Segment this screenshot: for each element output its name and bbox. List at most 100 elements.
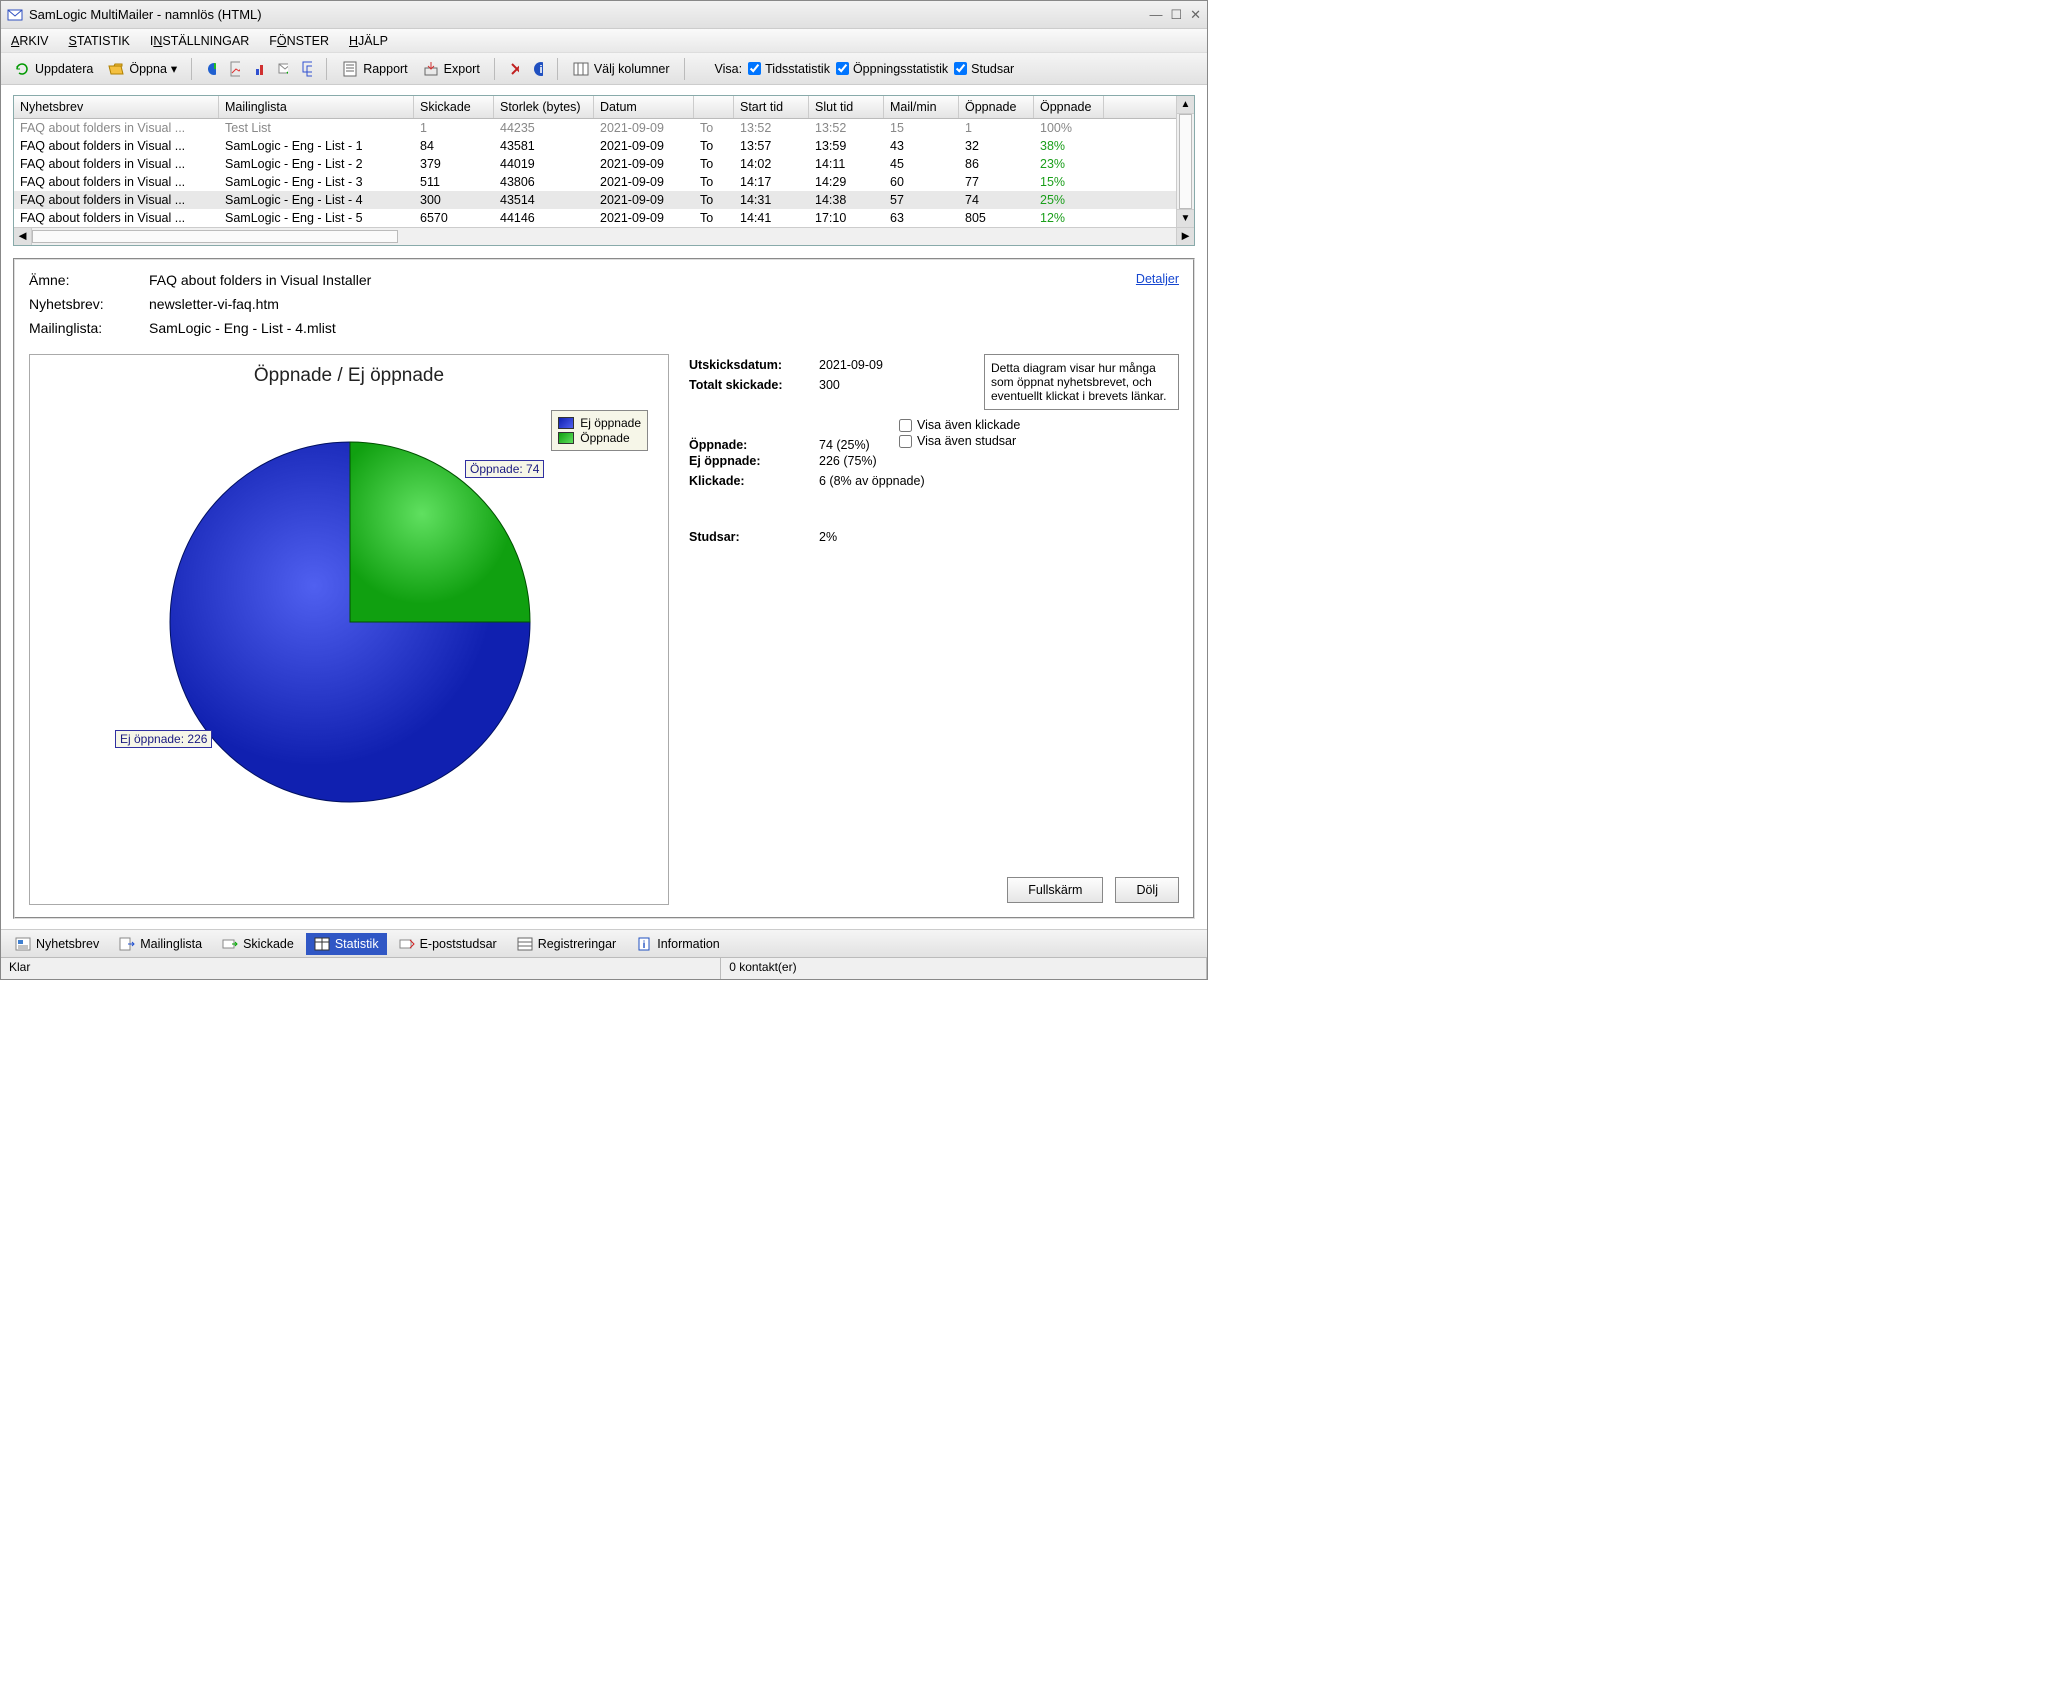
delete-icon[interactable] — [505, 60, 523, 78]
newspaper-icon — [15, 936, 31, 952]
bottom-tabs: Nyhetsbrev Mailinglista Skickade Statist… — [1, 929, 1207, 957]
menu-arkiv[interactable]: ARKIV — [11, 34, 49, 48]
menu-hjalp[interactable]: HJÄLP — [349, 34, 388, 48]
report-button[interactable]: Rapport — [337, 58, 411, 80]
tab-skickade[interactable]: Skickade — [214, 933, 302, 955]
mailinglista-value: SamLogic - Eng - List - 4.mlist — [149, 320, 336, 336]
table-row[interactable]: FAQ about folders in Visual ...SamLogic … — [14, 137, 1194, 155]
menu-statistik[interactable]: STATISTIK — [69, 34, 130, 48]
legend-swatch-blue — [558, 417, 574, 429]
bounce-icon — [399, 936, 415, 952]
col-sluttid[interactable]: Slut tid — [809, 96, 884, 118]
statusbar: Klar 0 kontakt(er) — [1, 957, 1207, 979]
refresh-button[interactable]: Uppdatera — [9, 58, 97, 80]
fullskarm-button[interactable]: Fullskärm — [1007, 877, 1103, 903]
detail-panel: Detaljer Ämne:FAQ about folders in Visua… — [13, 258, 1195, 919]
chevron-down-icon: ▾ — [171, 61, 177, 76]
menu-installningar[interactable]: INSTÄLLNINGAR — [150, 34, 249, 48]
visa-label: Visa: — [715, 62, 743, 76]
oppningsstatistik-checkbox[interactable]: Öppningsstatistik — [836, 62, 948, 76]
col-oppnade[interactable]: Öppnade — [959, 96, 1034, 118]
maximize-icon[interactable]: ☐ — [1170, 7, 1182, 23]
pie-label-oppnade: Öppnade: 74 — [465, 460, 544, 478]
open-button[interactable]: Öppna ▾ — [103, 58, 181, 80]
col-mailmin[interactable]: Mail/min — [884, 96, 959, 118]
grid-header: Nyhetsbrev Mailinglista Skickade Storlek… — [14, 96, 1194, 119]
tab-epoststudsar[interactable]: E-poststudsar — [391, 933, 505, 955]
nyhetsbrev-label: Nyhetsbrev: — [29, 296, 149, 312]
list-arrow-icon — [119, 936, 135, 952]
amne-value: FAQ about folders in Visual Installer — [149, 272, 371, 288]
table-row[interactable]: FAQ about folders in Visual ...SamLogic … — [14, 155, 1194, 173]
detaljer-link[interactable]: Detaljer — [1136, 272, 1179, 286]
pie-chart-icon[interactable] — [202, 60, 220, 78]
sent-icon — [222, 936, 238, 952]
menu-fonster[interactable]: FÖNSTER — [269, 34, 329, 48]
tab-registreringar[interactable]: Registreringar — [509, 933, 625, 955]
vertical-scrollbar[interactable]: ▲ ▼ — [1176, 96, 1194, 227]
info-icon[interactable]: i — [529, 60, 547, 78]
visa-studsar-checkbox[interactable]: Visa även studsar — [899, 434, 1179, 448]
table-row[interactable]: FAQ about folders in Visual ...SamLogic … — [14, 191, 1194, 209]
col-mailinglista[interactable]: Mailinglista — [219, 96, 414, 118]
col-skickade[interactable]: Skickade — [414, 96, 494, 118]
columns-icon — [572, 60, 590, 78]
nyhetsbrev-value: newsletter-vi-faq.htm — [149, 296, 279, 312]
table-row[interactable]: FAQ about folders in Visual ...SamLogic … — [14, 173, 1194, 191]
pie-label-ej-oppnade: Ej öppnade: 226 — [115, 730, 212, 748]
scroll-right-icon[interactable]: ► — [1176, 228, 1194, 245]
svg-text:i: i — [643, 940, 646, 951]
klickade-value: 6 (8% av öppnade) — [819, 474, 925, 488]
ej-oppnade-value: 226 (75%) — [819, 454, 877, 468]
visa-klickade-checkbox[interactable]: Visa även klickade — [899, 418, 1179, 432]
table-row[interactable]: FAQ about folders in Visual ...SamLogic … — [14, 209, 1194, 227]
tidsstatistik-checkbox[interactable]: Tidsstatistik — [748, 62, 830, 76]
report-icon — [341, 60, 359, 78]
info-small-icon: i — [636, 936, 652, 952]
bar-chart-icon[interactable] — [250, 60, 268, 78]
toolbar: Uppdatera Öppna ▾ Rapport Export i Välj … — [1, 53, 1207, 85]
utskicksdatum-value: 2021-09-09 — [819, 358, 883, 372]
envelope-check-icon[interactable] — [274, 60, 292, 78]
scroll-left-icon[interactable]: ◄ — [14, 228, 32, 245]
tab-nyhetsbrev[interactable]: Nyhetsbrev — [7, 933, 107, 955]
studsar-value: 2% — [819, 530, 837, 544]
close-icon[interactable]: ✕ — [1190, 7, 1201, 23]
tab-mailinglista[interactable]: Mailinglista — [111, 933, 210, 955]
col-starttid[interactable]: Start tid — [734, 96, 809, 118]
titlebar: SamLogic MultiMailer - namnlös (HTML) — … — [1, 1, 1207, 29]
scroll-down-icon[interactable]: ▼ — [1177, 209, 1194, 227]
legend-swatch-green — [558, 432, 574, 444]
pie-chart: Öppnade / Ej öppnade Ej öppn — [29, 354, 669, 905]
stack-icon[interactable] — [298, 60, 316, 78]
col-datum[interactable]: Datum — [594, 96, 694, 118]
amne-label: Ämne: — [29, 272, 149, 288]
col-nyhetsbrev[interactable]: Nyhetsbrev — [14, 96, 219, 118]
col-storlek[interactable]: Storlek (bytes) — [494, 96, 594, 118]
tab-information[interactable]: iInformation — [628, 933, 728, 955]
columns-button[interactable]: Välj kolumner — [568, 58, 674, 80]
window-title: SamLogic MultiMailer - namnlös (HTML) — [29, 7, 1149, 22]
status-kontakt: 0 kontakt(er) — [721, 958, 1207, 979]
help-text: Detta diagram visar hur många som öppnat… — [984, 354, 1179, 410]
line-chart-icon[interactable] — [226, 60, 244, 78]
dolj-button[interactable]: Dölj — [1115, 877, 1179, 903]
data-grid: Nyhetsbrev Mailinglista Skickade Storlek… — [13, 95, 1195, 246]
minimize-icon[interactable]: — — [1149, 7, 1162, 23]
table-icon-2 — [517, 936, 533, 952]
content-area: Nyhetsbrev Mailinglista Skickade Storlek… — [1, 85, 1207, 929]
table-row[interactable]: FAQ about folders in Visual ...Test List… — [14, 119, 1194, 137]
col-blank[interactable] — [694, 96, 734, 118]
menubar: ARKIV STATISTIK INSTÄLLNINGAR FÖNSTER HJ… — [1, 29, 1207, 53]
app-window: SamLogic MultiMailer - namnlös (HTML) — … — [0, 0, 1208, 980]
export-button[interactable]: Export — [418, 58, 484, 80]
tab-statistik[interactable]: Statistik — [306, 933, 387, 955]
horizontal-scrollbar[interactable]: ◄ ► — [14, 227, 1194, 245]
studsar-checkbox[interactable]: Studsar — [954, 62, 1014, 76]
scroll-up-icon[interactable]: ▲ — [1177, 96, 1194, 114]
chart-legend: Ej öppnade Öppnade — [551, 410, 648, 451]
folder-open-icon — [107, 60, 125, 78]
mailinglista-label: Mailinglista: — [29, 320, 149, 336]
totalt-skickade-value: 300 — [819, 378, 840, 392]
col-oppnadepct[interactable]: Öppnade — [1034, 96, 1104, 118]
